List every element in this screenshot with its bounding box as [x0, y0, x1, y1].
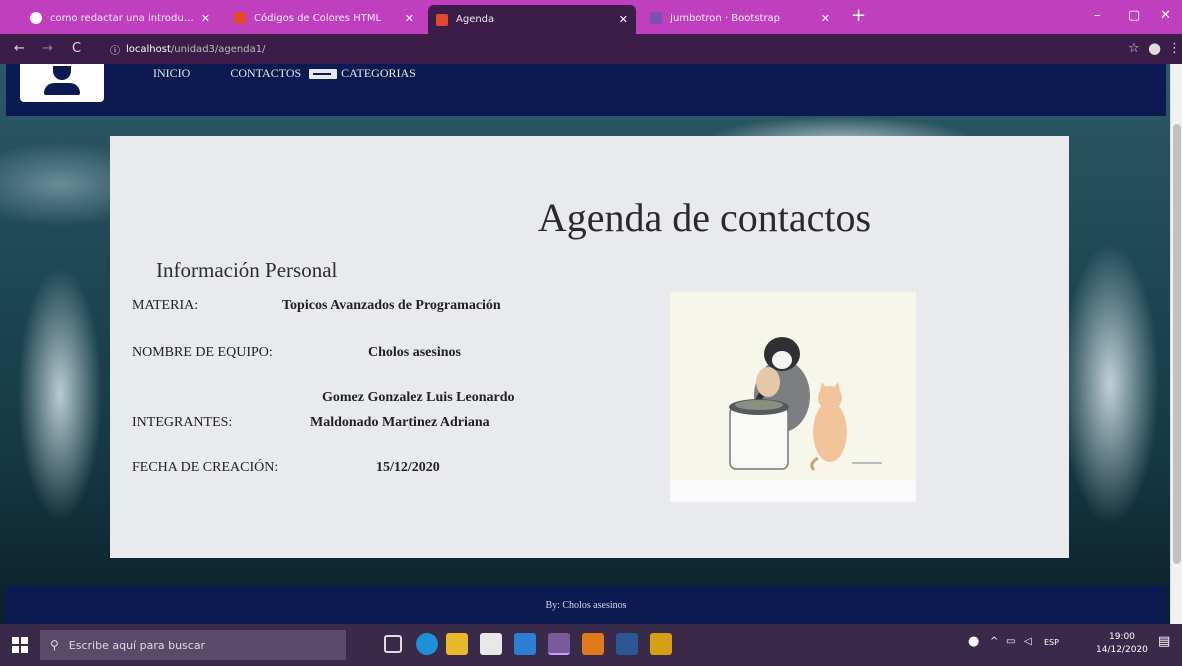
close-tab-icon[interactable]: ✕: [821, 12, 830, 25]
page-title: Agenda de contactos: [537, 195, 872, 240]
list-icon: [309, 68, 338, 79]
volume-icon[interactable]: ◁: [1024, 636, 1032, 647]
close-window-button[interactable]: ✕: [1160, 8, 1171, 23]
clock-time: 19:00: [1108, 632, 1135, 642]
info-icon[interactable]: ⓘ: [110, 42, 120, 57]
scrollbar-thumb[interactable]: [1173, 124, 1181, 564]
tab-1-title: como redactar una introducción: [50, 12, 195, 24]
tab-3-active[interactable]: Agenda ✕: [428, 5, 636, 34]
minimize-button[interactable]: –: [1094, 8, 1101, 23]
close-tab-icon[interactable]: ✕: [619, 13, 628, 26]
nav-label: CATEGORIAS: [341, 66, 416, 80]
tab-4-title: Jumbotron · Bootstrap: [670, 12, 781, 24]
browser-toolbar: ← → C ⓘ localhost /unidad3/agenda1/ ☆ ● …: [0, 34, 1182, 64]
taskbar-search-box[interactable]: ⚲ Escribe aquí para buscar: [40, 630, 346, 660]
integrantes-label: INTEGRANTES:: [132, 415, 233, 430]
tab-3-title: Agenda: [456, 14, 495, 25]
page-viewport: INICIO CONTACTOS CATEGORIAS Agenda de co…: [0, 64, 1170, 624]
section-subtitle: Información Personal: [156, 258, 338, 282]
close-tab-icon[interactable]: ✕: [201, 12, 210, 25]
google-favicon-icon: [30, 12, 42, 24]
fecha-label: FECHA DE CREACIÓN:: [132, 460, 279, 475]
nav-label: CONTACTOS: [230, 66, 302, 80]
tab-2-title: Códigos de Colores HTML: [254, 12, 382, 24]
app-icon[interactable]: [582, 633, 604, 655]
word-icon[interactable]: [616, 633, 638, 655]
tray-chevron-icon[interactable]: ^: [990, 636, 998, 647]
close-tab-icon[interactable]: ✕: [405, 12, 414, 25]
menu-kebab-icon[interactable]: ⋮: [1168, 41, 1181, 56]
integrante-1: Gomez Gonzalez Luis Leonardo: [322, 390, 515, 405]
tab-strip: como redactar una introducción ✕ Códigos…: [0, 0, 1182, 34]
html-favicon-icon: [234, 12, 246, 24]
mail-icon[interactable]: [514, 633, 536, 655]
back-arrow-icon[interactable]: ←: [14, 41, 25, 56]
equipo-label: NOMBRE DE EQUIPO:: [132, 345, 273, 360]
taskbar-clock[interactable]: 19:00 14/12/2020: [1096, 631, 1148, 657]
search-placeholder: Escribe aquí para buscar: [68, 638, 206, 652]
bookmark-star-icon[interactable]: ☆: [1128, 41, 1140, 56]
site-menu: INICIO CONTACTOS CATEGORIAS: [121, 66, 424, 151]
chrome-icon[interactable]: [548, 633, 570, 655]
store-icon[interactable]: [480, 633, 502, 655]
maximize-button[interactable]: ▢: [1128, 8, 1140, 23]
agenda-favicon-icon: [436, 13, 448, 26]
nav-item-contactos[interactable]: CONTACTOS: [198, 66, 337, 151]
tab-4[interactable]: Jumbotron · Bootstrap ✕: [642, 5, 838, 31]
url-host: localhost: [126, 43, 171, 55]
user-logo-icon[interactable]: [20, 64, 104, 102]
page-scrollbar[interactable]: [1170, 64, 1182, 624]
weather-icon[interactable]: ●: [968, 634, 979, 649]
nav-label: INICIO: [153, 66, 191, 80]
new-tab-button[interactable]: +: [851, 6, 866, 26]
integrante-2: Maldonado Martinez Adriana: [310, 415, 490, 430]
site-footer: By: Cholos asesinos: [6, 586, 1166, 624]
fecha-value: 15/12/2020: [376, 460, 440, 475]
bootstrap-favicon-icon: [650, 12, 662, 24]
task-view-icon[interactable]: [384, 635, 402, 653]
materia-label: MATERIA:: [132, 298, 199, 313]
url-path: /unidad3/agenda1/: [170, 43, 266, 55]
materia-value: Topicos Avanzados de Programación: [282, 298, 501, 313]
penguin-cat-illustration: [729, 337, 882, 472]
tab-1[interactable]: como redactar una introducción ✕: [22, 5, 218, 31]
nav-item-inicio[interactable]: INICIO: [121, 66, 259, 151]
profile-icon[interactable]: ●: [1148, 39, 1161, 57]
edge-icon[interactable]: [416, 633, 438, 655]
clock-date: 14/12/2020: [1096, 645, 1148, 655]
tab-2[interactable]: Códigos de Colores HTML ✕: [226, 5, 422, 31]
equipo-value: Cholos asesinos: [368, 345, 461, 360]
windows-start-icon[interactable]: [12, 637, 28, 653]
jumbotron-card: Agenda de contactos Información Personal…: [110, 136, 1069, 558]
sublime-icon[interactable]: [650, 633, 672, 655]
reload-icon[interactable]: C: [72, 41, 81, 56]
file-explorer-icon[interactable]: [446, 633, 468, 655]
address-bar[interactable]: ⓘ localhost /unidad3/agenda1/: [110, 39, 1090, 59]
search-icon: ⚲: [50, 638, 59, 652]
network-icon[interactable]: ▭: [1006, 636, 1015, 647]
penguin-cat-image: [670, 292, 916, 502]
windows-taskbar: ⚲ Escribe aquí para buscar ● ^ ▭ ◁ ESP 1…: [0, 624, 1182, 666]
nav-item-categorias[interactable]: CATEGORIAS: [309, 66, 416, 81]
forward-arrow-icon[interactable]: →: [42, 41, 53, 56]
site-navbar: INICIO CONTACTOS CATEGORIAS: [6, 64, 1166, 151]
notifications-icon[interactable]: ▤: [1158, 634, 1170, 649]
language-indicator[interactable]: ESP: [1044, 638, 1059, 647]
